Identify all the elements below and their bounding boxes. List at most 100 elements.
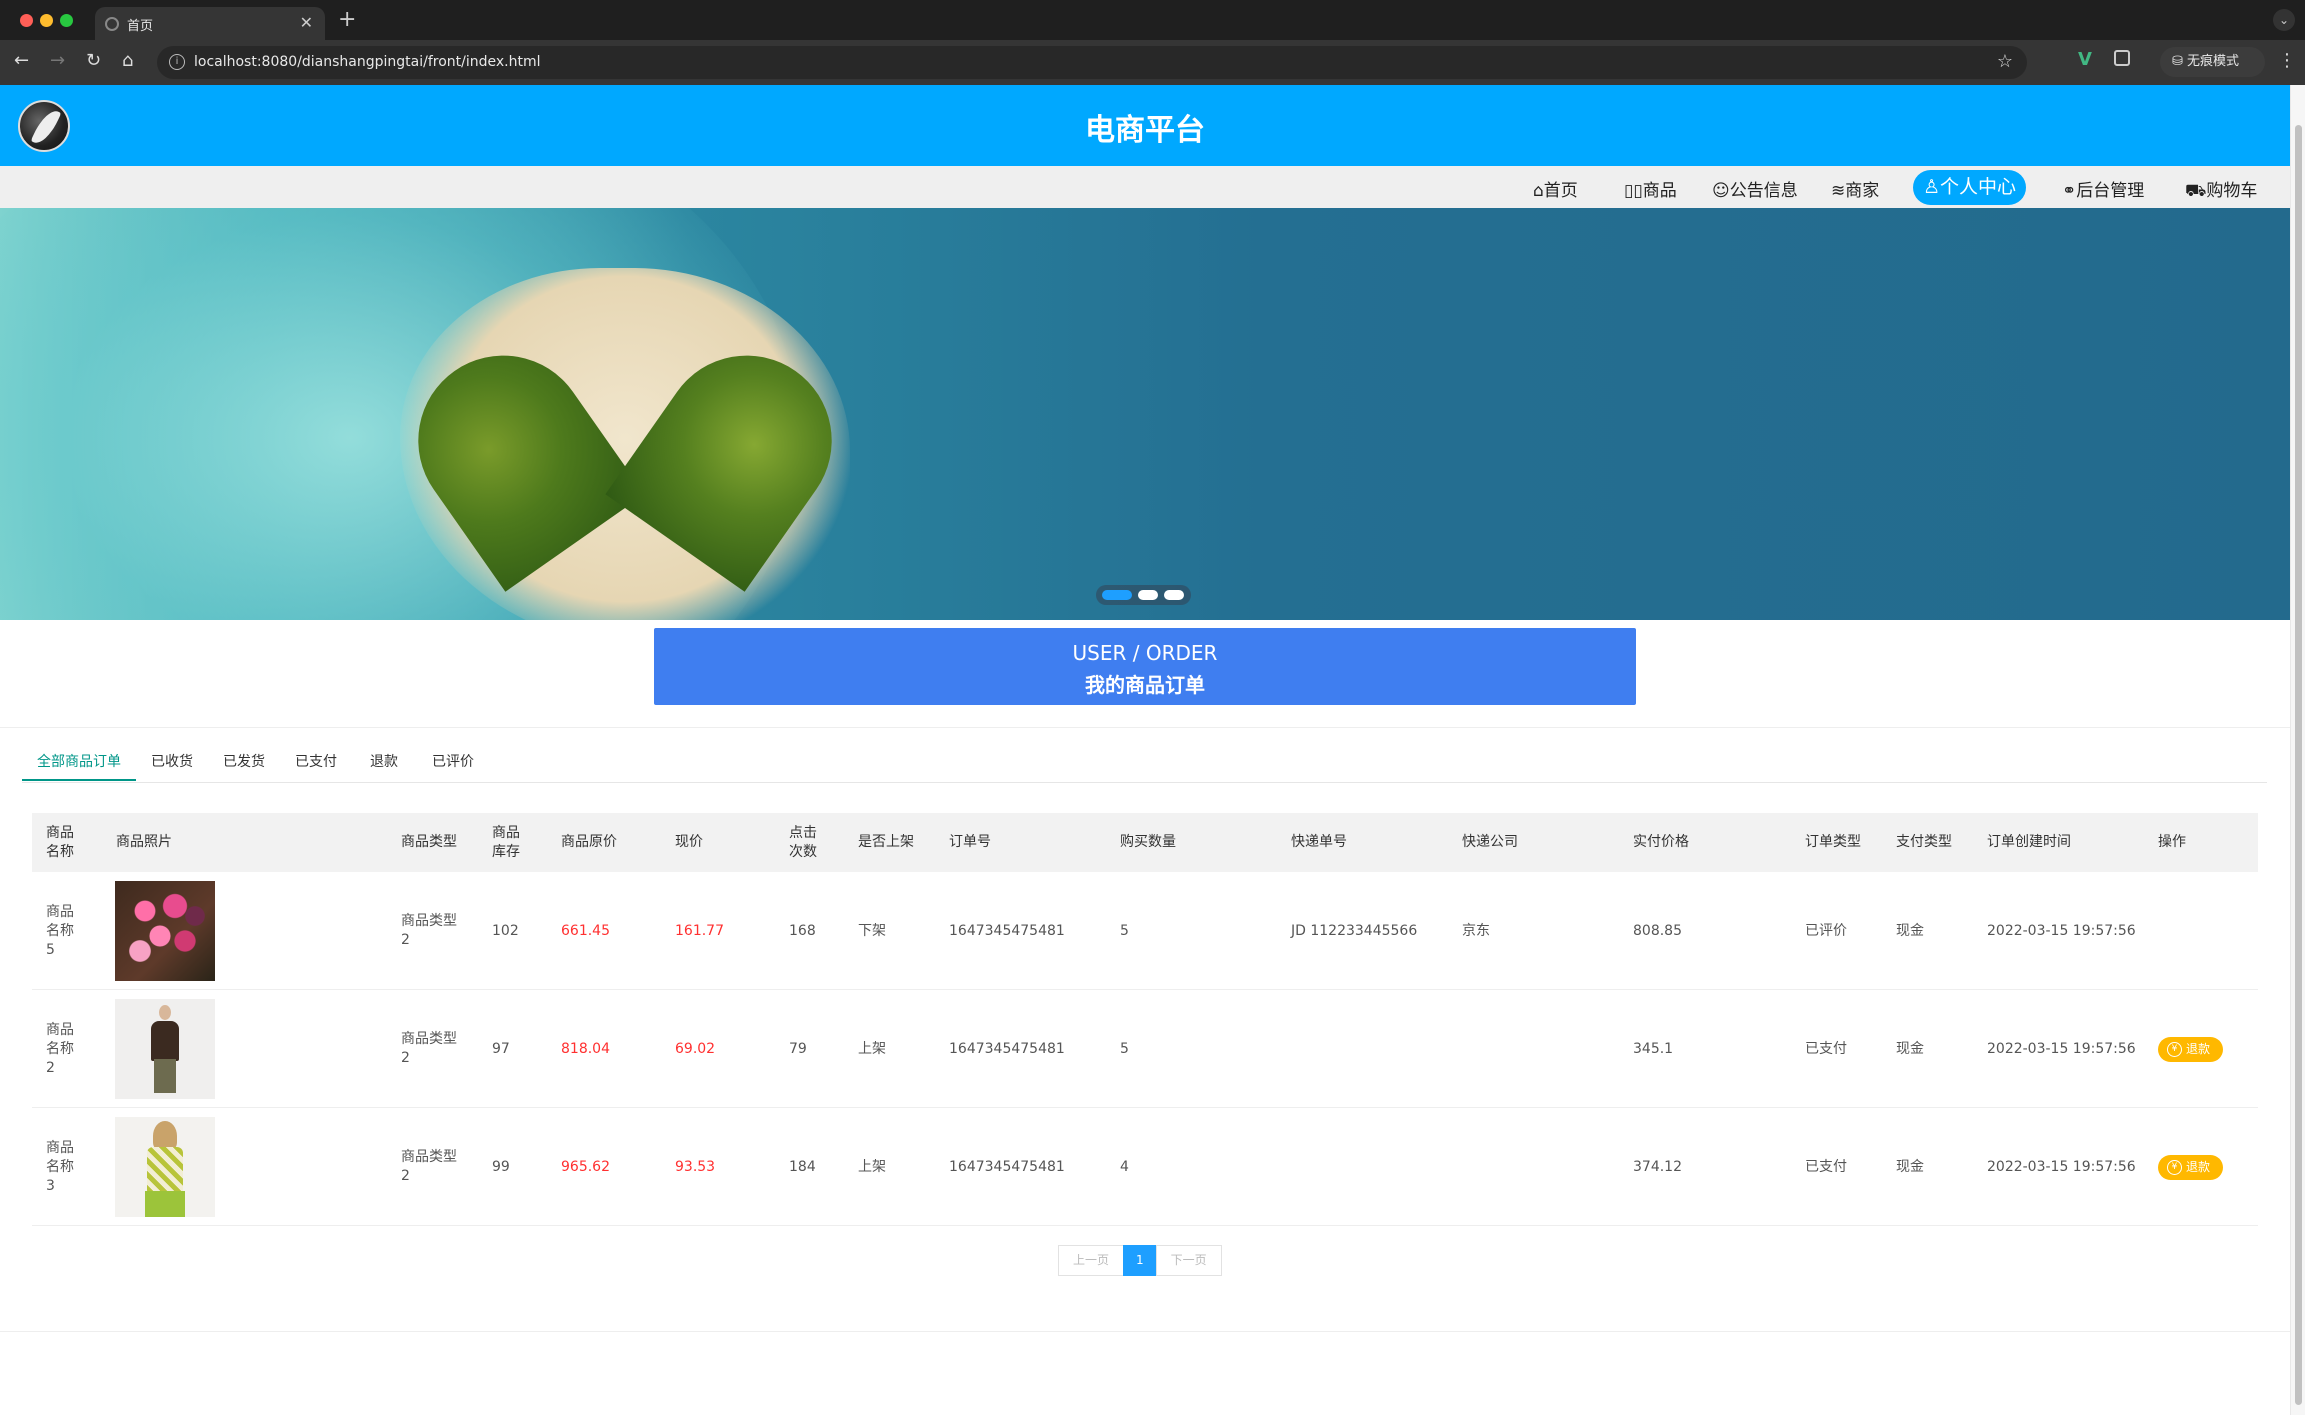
scrollbar-thumb[interactable] xyxy=(2295,125,2302,1405)
back-icon[interactable]: ← xyxy=(14,50,29,71)
cell-paid: 808.85 xyxy=(1633,922,1682,939)
section-title-en: USER / ORDER xyxy=(1072,641,1218,665)
column-header: 现价 xyxy=(675,834,703,850)
orders-panel: 全部商品订单 已收货 已发货 已支付 退款 已评价 商品名称 商品照片 商品类型… xyxy=(0,727,2290,1332)
info-icon[interactable]: i xyxy=(169,54,185,70)
incognito-badge[interactable]: ⛁ 无痕模式 xyxy=(2160,47,2265,77)
nav-item-home[interactable]: ⌂首页 xyxy=(1533,176,1578,201)
yen-icon: ¥ xyxy=(2167,1160,2182,1175)
refund-button[interactable]: ¥ 退款 xyxy=(2158,1037,2223,1062)
close-icon[interactable]: ✕ xyxy=(300,13,313,32)
column-header: 点击次数 xyxy=(789,824,817,860)
section-title-cn: 我的商品订单 xyxy=(1085,673,1205,697)
column-header: 实付价格 xyxy=(1633,834,1689,850)
cell-paid: 374.12 xyxy=(1633,1158,1682,1175)
forward-icon[interactable]: → xyxy=(50,50,65,71)
cell-stock: 99 xyxy=(492,1158,510,1175)
cell-created: 2022-03-15 19:57:56 xyxy=(1987,1158,2136,1175)
cell-name: 商品名称2 xyxy=(46,1021,74,1076)
cell-price: 69.02 xyxy=(675,1040,716,1057)
carousel-dot-1[interactable] xyxy=(1102,590,1132,600)
url-text[interactable]: localhost:8080/dianshangpingtai/front/in… xyxy=(194,54,541,70)
tab-title: 首页 xyxy=(127,19,154,34)
order-tabs: 全部商品订单 已收货 已发货 已支付 退款 已评价 xyxy=(22,748,2267,783)
close-window-button[interactable] xyxy=(20,14,33,27)
yen-icon: ¥ xyxy=(2167,1042,2182,1057)
tab-shipped[interactable]: 已发货 xyxy=(223,751,265,771)
minimize-window-button[interactable] xyxy=(40,14,53,27)
table-row[interactable]: 商品名称2 商品类型2 97 818.04 69.02 79 上架 164734… xyxy=(32,990,2258,1108)
section-title-banner: USER / ORDER 我的商品订单 xyxy=(654,628,1636,705)
product-photo[interactable] xyxy=(115,999,215,1099)
nav-item-goods[interactable]: ▯▯商品 xyxy=(1624,176,1677,201)
pagination: 上一页 1 下一页 xyxy=(1058,1245,1222,1276)
cell-name: 商品名称5 xyxy=(46,903,74,958)
table-row[interactable]: 商品名称5 商品类型2 102 661.45 161.77 168 下架 164… xyxy=(32,872,2258,990)
nav-item-admin[interactable]: ⚭后台管理 xyxy=(2062,176,2144,201)
maximize-window-button[interactable] xyxy=(60,14,73,27)
refund-button[interactable]: ¥ 退款 xyxy=(2158,1155,2223,1180)
cell-order-type: 已评价 xyxy=(1805,922,1847,939)
link-icon: ⚭ xyxy=(2062,181,2077,201)
cell-created: 2022-03-15 19:57:56 xyxy=(1987,922,2136,939)
table-row[interactable]: 商品名称3 商品类型2 99 965.62 93.53 184 上架 16473… xyxy=(32,1108,2258,1226)
browser-tab[interactable]: 首页 ✕ xyxy=(95,7,325,40)
nav-item-shop[interactable]: ≋商家 xyxy=(1831,176,1879,201)
nav-item-cart[interactable]: ⛟购物车 xyxy=(2185,176,2257,203)
cell-type: 商品类型2 xyxy=(401,1031,457,1066)
heart-island-image xyxy=(384,293,866,592)
cell-order-no: 1647345475481 xyxy=(949,922,1065,939)
vue-devtools-icon[interactable]: V xyxy=(2078,49,2092,70)
column-header: 快递公司 xyxy=(1462,834,1518,850)
site-title: 电商平台 xyxy=(1085,113,1205,148)
star-icon[interactable]: ☆ xyxy=(1997,51,2013,72)
prev-page-button[interactable]: 上一页 xyxy=(1058,1245,1125,1276)
carousel-dot-2[interactable] xyxy=(1138,590,1158,600)
cell-tracking: JD 112233445566 xyxy=(1291,922,1418,939)
cell-courier: 京东 xyxy=(1462,922,1490,939)
cell-stock: 102 xyxy=(492,922,519,939)
shop-icon: ≋ xyxy=(1831,181,1846,201)
carousel-dot-3[interactable] xyxy=(1164,590,1184,600)
column-header: 商品类型 xyxy=(401,834,457,850)
cell-listed: 上架 xyxy=(858,1040,886,1057)
address-bar[interactable]: i localhost:8080/dianshangpingtai/front/… xyxy=(157,46,2027,79)
carousel-banner[interactable] xyxy=(0,208,2290,620)
page-number-current[interactable]: 1 xyxy=(1123,1245,1157,1276)
site-header: 电商平台 xyxy=(0,85,2290,166)
extensions-icon[interactable] xyxy=(2114,50,2130,66)
cell-orig-price: 818.04 xyxy=(561,1040,610,1057)
carousel-indicator xyxy=(1096,585,1191,605)
tab-refund[interactable]: 退款 xyxy=(370,751,398,771)
column-header: 商品库存 xyxy=(492,824,520,860)
cell-clicks: 168 xyxy=(789,922,816,939)
reload-icon[interactable]: ↻ xyxy=(86,50,101,71)
next-page-button[interactable]: 下一页 xyxy=(1155,1245,1222,1276)
tab-paid[interactable]: 已支付 xyxy=(295,751,337,771)
column-header: 商品原价 xyxy=(561,834,617,850)
goods-icon: ▯▯ xyxy=(1624,181,1643,201)
cart-icon: ⛟ xyxy=(2185,181,2207,201)
globe-icon xyxy=(105,17,119,31)
cell-created: 2022-03-15 19:57:56 xyxy=(1987,1040,2136,1057)
tab-all-orders[interactable]: 全部商品订单 xyxy=(37,751,121,771)
cell-clicks: 184 xyxy=(789,1158,816,1175)
cell-listed: 上架 xyxy=(858,1158,886,1175)
menu-icon[interactable]: ⋮ xyxy=(2278,50,2296,71)
cell-listed: 下架 xyxy=(858,922,886,939)
nav-item-user-center[interactable]: ♙个人中心 xyxy=(1913,170,2027,205)
page-scrollbar[interactable] xyxy=(2290,85,2305,1415)
product-photo[interactable] xyxy=(115,1117,215,1217)
nav-item-notice[interactable]: ☺公告信息 xyxy=(1712,176,1798,201)
column-header: 是否上架 xyxy=(858,834,914,850)
chevron-down-icon[interactable]: ⌄ xyxy=(2273,9,2295,31)
tab-reviewed[interactable]: 已评价 xyxy=(432,751,474,771)
column-header: 订单类型 xyxy=(1805,834,1861,850)
column-header: 购买数量 xyxy=(1120,834,1176,850)
product-photo[interactable] xyxy=(115,881,215,981)
cell-order-no: 1647345475481 xyxy=(949,1158,1065,1175)
incognito-icon: ⛁ xyxy=(2172,54,2188,69)
home-icon[interactable]: ⌂ xyxy=(122,50,133,71)
tab-received[interactable]: 已收货 xyxy=(151,751,193,771)
new-tab-button[interactable]: + xyxy=(338,7,356,32)
